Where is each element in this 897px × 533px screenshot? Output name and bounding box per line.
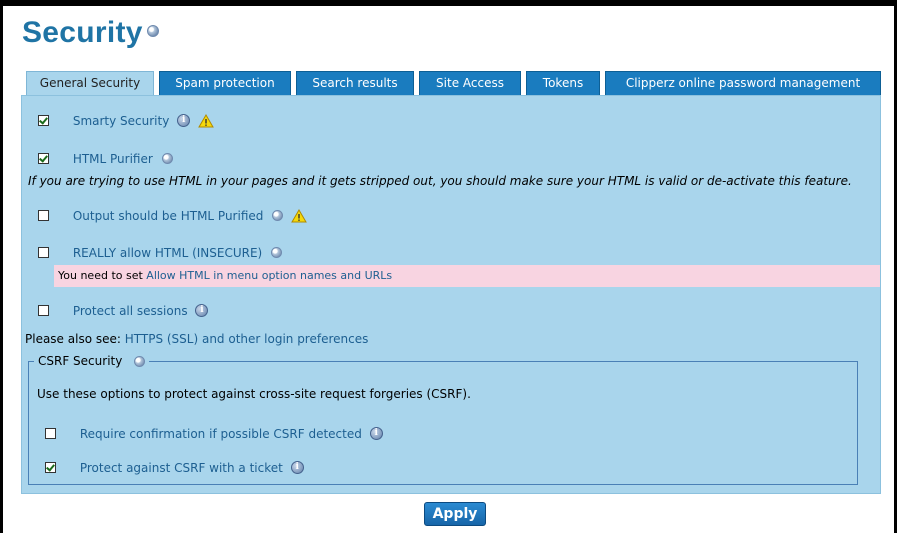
protect-ticket-label[interactable]: Protect against CSRF with a ticket: [80, 461, 283, 475]
csrf-legend-label: CSRF Security: [38, 354, 123, 368]
html-menu-option-note: You need to set Allow HTML in menu optio…: [54, 265, 880, 287]
page-header: Security: [22, 16, 159, 50]
option-html-purifier: HTML Purifier: [38, 150, 173, 166]
tab-tokens[interactable]: Tokens: [526, 71, 600, 95]
option-really-allow-html: REALLY allow HTML (INSECURE): [38, 244, 283, 260]
html-purifier-note: If you are trying to use HTML in your pa…: [28, 174, 852, 188]
really-allow-html-checkbox[interactable]: [38, 247, 49, 258]
page-title: Security: [22, 16, 143, 49]
require-confirmation-checkbox[interactable]: [45, 428, 56, 439]
option-smarty-security: Smarty Security i: [38, 112, 214, 128]
info-icon[interactable]: i: [369, 427, 383, 440]
tab-spam-protection[interactable]: Spam protection: [159, 71, 291, 95]
info-icon[interactable]: i: [290, 461, 304, 474]
allow-html-menu-link[interactable]: Allow HTML in menu option names and URLs: [146, 269, 392, 282]
also-see-prefix: Please also see:: [25, 332, 125, 346]
help-icon[interactable]: [146, 25, 159, 38]
require-confirmation-label[interactable]: Require confirmation if possible CSRF de…: [80, 427, 362, 441]
option-output-purified: Output should be HTML Purified: [38, 207, 307, 223]
protect-sessions-checkbox[interactable]: [38, 305, 49, 316]
tab-general-security[interactable]: General Security: [26, 71, 154, 96]
general-security-panel: Smarty Security i HTML Purifier If you a…: [21, 95, 881, 494]
csrf-security-fieldset: CSRF Security Use these options to prote…: [28, 354, 858, 485]
note-prefix: You need to set: [58, 269, 147, 282]
option-protect-ticket: Protect against CSRF with a ticket i: [45, 459, 304, 475]
option-require-confirmation: Require confirmation if possible CSRF de…: [45, 425, 383, 441]
option-protect-sessions: Protect all sessions i: [38, 302, 209, 318]
window-left-border: [0, 0, 3, 533]
output-purified-checkbox[interactable]: [38, 210, 49, 221]
smarty-security-checkbox[interactable]: [38, 115, 49, 126]
help-icon[interactable]: [271, 247, 283, 258]
window-top-border: [0, 0, 897, 6]
tab-search-results[interactable]: Search results: [296, 71, 414, 95]
output-purified-label[interactable]: Output should be HTML Purified: [73, 209, 264, 223]
html-purifier-checkbox[interactable]: [38, 153, 49, 164]
protect-sessions-label[interactable]: Protect all sessions: [73, 304, 188, 318]
smarty-security-label[interactable]: Smarty Security: [73, 114, 170, 128]
info-icon[interactable]: i: [195, 304, 209, 317]
csrf-legend: CSRF Security: [34, 354, 150, 368]
html-purifier-label[interactable]: HTML Purifier: [73, 152, 153, 166]
warning-icon: [291, 208, 307, 222]
help-icon[interactable]: [134, 356, 146, 367]
protect-ticket-checkbox[interactable]: [45, 462, 56, 473]
help-icon[interactable]: [161, 153, 173, 164]
tab-site-access[interactable]: Site Access: [419, 71, 521, 95]
info-icon[interactable]: i: [177, 114, 191, 127]
csrf-description: Use these options to protect against cro…: [37, 387, 471, 401]
help-icon[interactable]: [272, 210, 284, 221]
https-ssl-link[interactable]: HTTPS (SSL) and other login preferences: [125, 332, 369, 346]
apply-button[interactable]: Apply: [424, 502, 486, 526]
really-allow-html-label[interactable]: REALLY allow HTML (INSECURE): [73, 246, 262, 260]
warning-icon: [198, 113, 214, 127]
tab-clipperz[interactable]: Clipperz online password management: [605, 71, 881, 95]
also-see-line: Please also see: HTTPS (SSL) and other l…: [25, 332, 368, 346]
